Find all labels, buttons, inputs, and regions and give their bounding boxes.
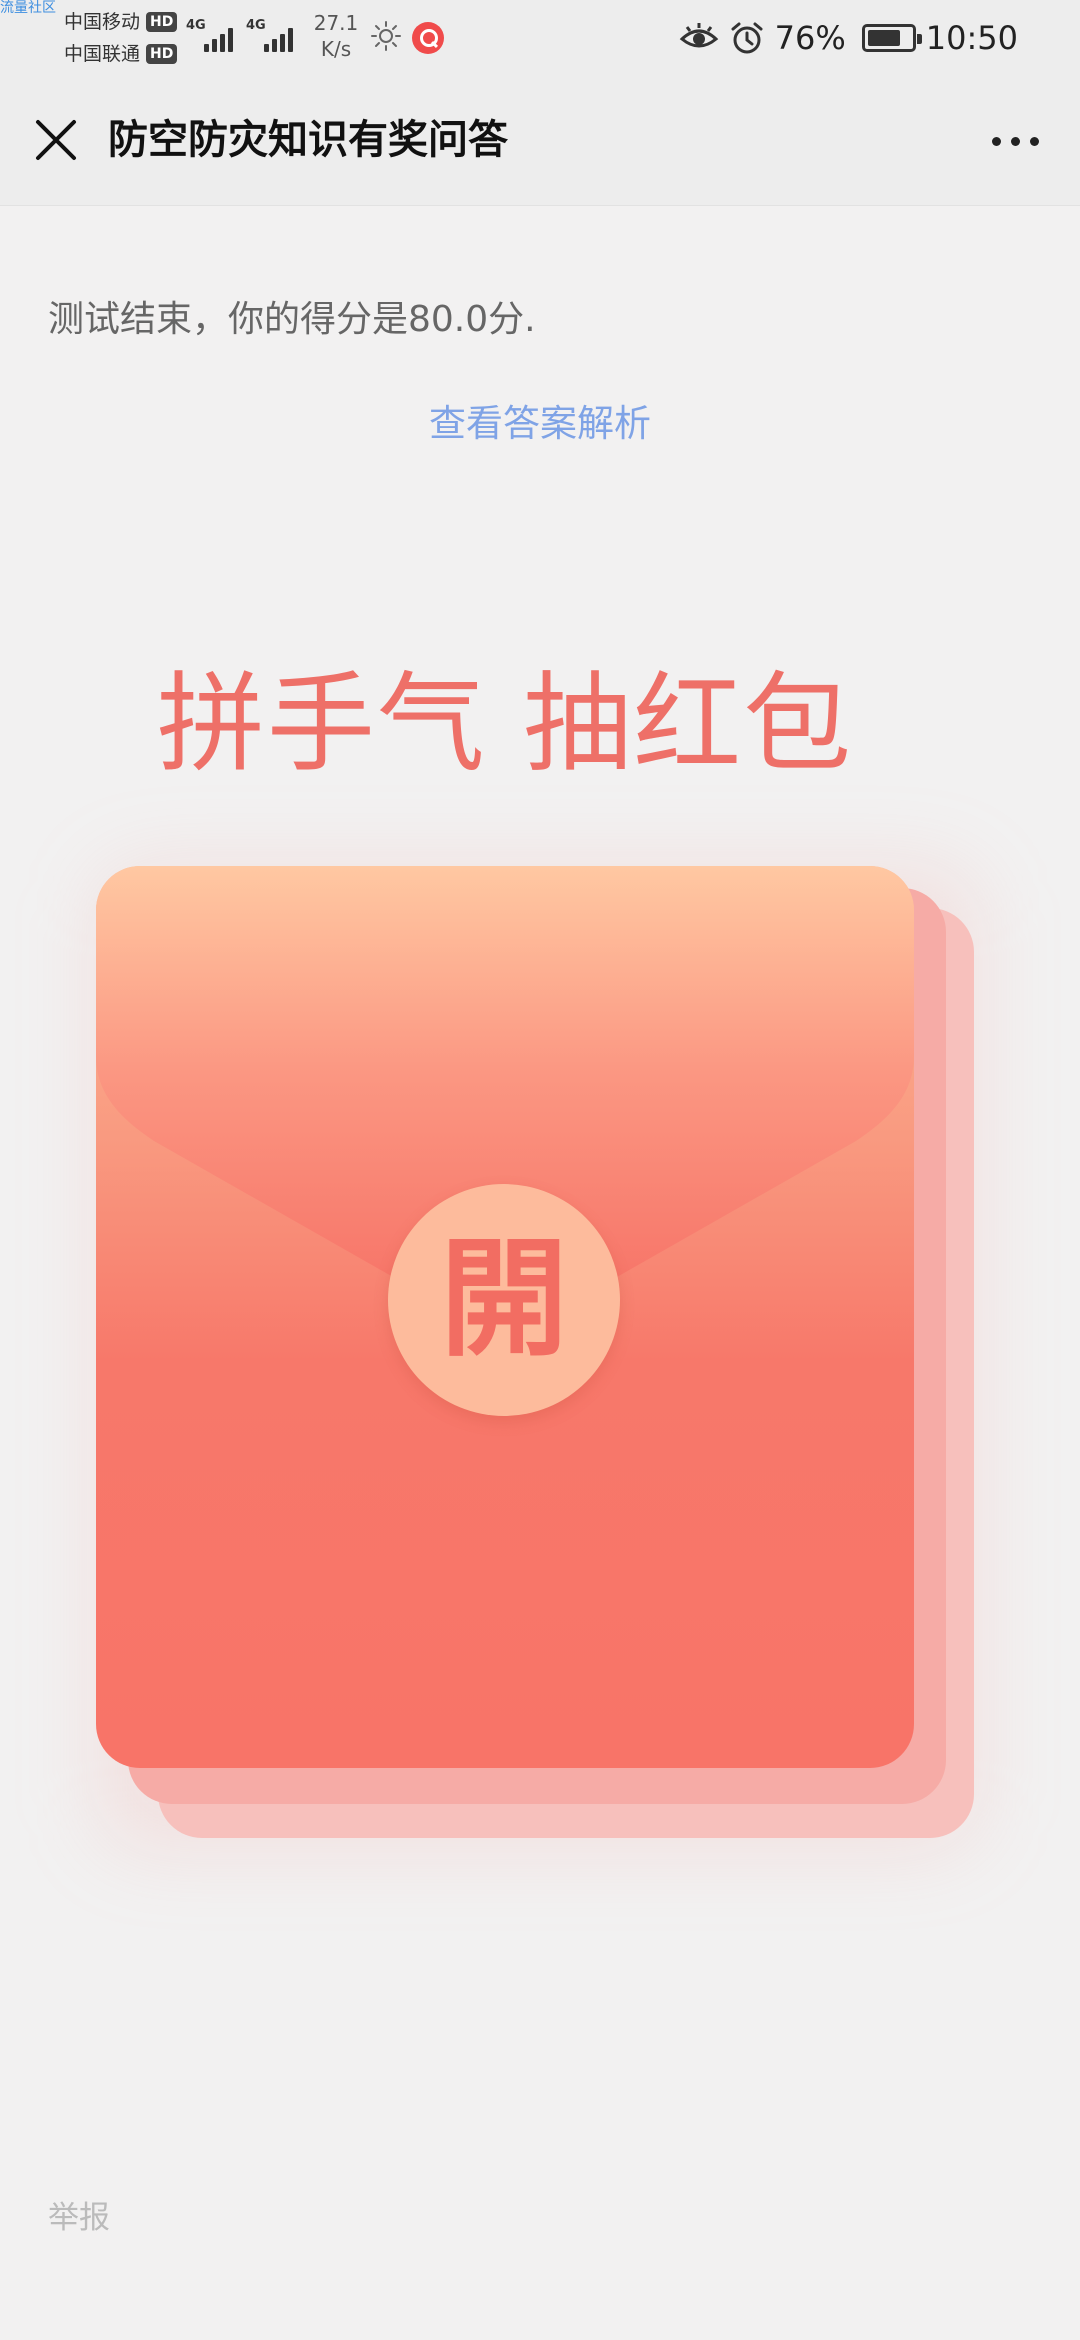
- clock-time: 10:50: [925, 19, 1018, 57]
- network-type-label-2: 4G: [246, 18, 266, 33]
- battery-percent: 76%: [774, 19, 846, 57]
- close-icon: [36, 120, 76, 160]
- hd-badge-2: HD: [146, 44, 178, 64]
- network-type-label: 4G: [186, 18, 206, 33]
- alarm-icon: [731, 22, 763, 54]
- red-envelope-group: 開: [0, 0, 1080, 2340]
- carrier-1-label: 中国移动: [64, 11, 141, 33]
- more-dot-icon: [1029, 136, 1039, 146]
- search-app-icon: [412, 22, 444, 54]
- page-title: 防空防灾知识有奖问答: [108, 117, 508, 163]
- speed-value: 27.1: [313, 11, 359, 35]
- status-bar: 流量社区 中国移动 HD 中国联通 HD 4G 4G 27.1 K/s 76% …: [0, 0, 1080, 76]
- red-packet-promo-title: 拼手气 抽红包: [156, 662, 854, 787]
- more-options-button[interactable]: [980, 116, 1050, 166]
- view-answer-analysis-link[interactable]: 查看答案解析: [0, 398, 1080, 450]
- more-dot-icon: [1010, 136, 1020, 146]
- brightness-icon: [371, 21, 401, 51]
- close-button[interactable]: [26, 110, 86, 170]
- carrier-2-label: 中国联通: [64, 43, 141, 65]
- network-speed: 27.1 K/s: [306, 10, 366, 62]
- eye-icon: [679, 23, 718, 48]
- report-link[interactable]: 举报: [48, 2196, 110, 2240]
- score-result-text: 测试结束，你的得分是80.0分.: [48, 299, 536, 340]
- carrier-info: 中国移动 HD 中国联通 HD: [64, 6, 178, 70]
- status-right-group: 76% 10:50: [679, 14, 1018, 62]
- signal-strength-icon-2: 4G: [246, 18, 300, 54]
- signal-strength-icon: 4G: [186, 18, 240, 54]
- title-bar: 防空防灾知识有奖问答: [0, 76, 1080, 206]
- more-dot-icon: [991, 136, 1001, 146]
- speed-unit: K/s: [320, 37, 352, 61]
- watermark-label: 流量社区: [0, 0, 56, 16]
- open-red-packet-button[interactable]: 開: [388, 1184, 620, 1416]
- battery-icon: [861, 24, 922, 52]
- hd-badge-1: HD: [146, 12, 178, 32]
